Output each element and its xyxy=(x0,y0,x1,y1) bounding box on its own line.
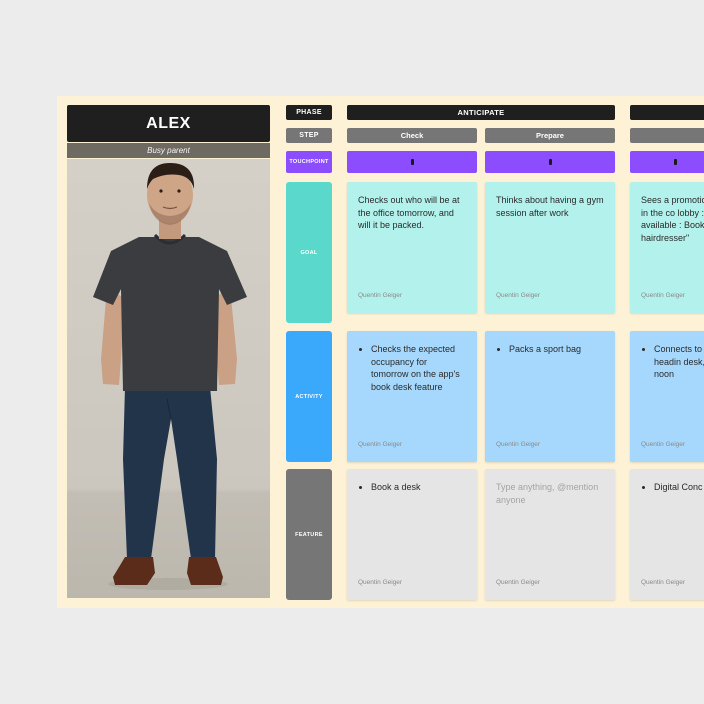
card-author: Quentin Geiger xyxy=(641,291,686,299)
row-label-step: STEP xyxy=(286,128,332,143)
feature-input-placeholder[interactable]: Type anything, @mention anyone xyxy=(496,481,604,506)
step-header-prepare[interactable]: Prepare xyxy=(485,128,615,143)
feature-card-input[interactable]: Type anything, @mention anyone Quentin G… xyxy=(485,469,615,600)
row-label-feature: FEATURE xyxy=(286,469,332,600)
persona-illustration xyxy=(93,163,247,590)
row-label-goal: GOAL xyxy=(286,182,332,323)
card-author: Quentin Geiger xyxy=(496,440,541,448)
activity-item: Packs a sport bag xyxy=(509,343,604,356)
row-label-activity: ACTIVITY xyxy=(286,331,332,462)
feature-card[interactable]: Digital Conc Quentin Geiger xyxy=(630,469,704,600)
persona-photo[interactable] xyxy=(67,159,270,598)
step-header-next[interactable] xyxy=(630,128,704,143)
persona-role[interactable]: Busy parent xyxy=(67,143,270,158)
activity-item: Checks the expected occupancy for tomorr… xyxy=(371,343,466,393)
activity-list: Checks the expected occupancy for tomorr… xyxy=(358,343,466,393)
card-author: Quentin Geiger xyxy=(358,291,403,299)
phase-header-anticipate[interactable]: ANTICIPATE xyxy=(347,105,615,120)
phone-icon xyxy=(548,159,552,165)
goal-text: Sees a promotio screen in the co lobby :… xyxy=(641,195,704,243)
step-header-check[interactable]: Check xyxy=(347,128,477,143)
feature-list: Digital Conc xyxy=(641,481,704,494)
card-author: Quentin Geiger xyxy=(358,440,403,448)
activity-list: Connects to he is headin desk, and bo fo… xyxy=(641,343,704,381)
feature-item: Book a desk xyxy=(371,481,466,494)
phone-icon xyxy=(673,159,677,165)
feature-list: Book a desk xyxy=(358,481,466,494)
goal-text: Thinks about having a gym session after … xyxy=(496,195,604,218)
row-label-touchpoint: TOUCHPOINT xyxy=(286,151,332,173)
card-author: Quentin Geiger xyxy=(358,578,403,586)
goal-card[interactable]: Thinks about having a gym session after … xyxy=(485,182,615,313)
card-author: Quentin Geiger xyxy=(641,440,686,448)
persona-name[interactable]: ALEX xyxy=(67,105,270,142)
activity-list: Packs a sport bag xyxy=(496,343,604,356)
journey-map-board: ALEX Busy parent PHASE STEP TOUCHPOINT G… xyxy=(57,96,704,608)
touchpoint-check[interactable] xyxy=(347,151,477,173)
goal-card[interactable]: Sees a promotio screen in the co lobby :… xyxy=(630,182,704,313)
row-label-phase: PHASE xyxy=(286,105,332,120)
goal-card[interactable]: Checks out who will be at the office tom… xyxy=(347,182,477,313)
phase-header-next[interactable] xyxy=(630,105,704,120)
touchpoint-prepare[interactable] xyxy=(485,151,615,173)
card-author: Quentin Geiger xyxy=(641,578,686,586)
phone-icon xyxy=(410,159,414,165)
activity-item: Connects to he is headin desk, and bo fo… xyxy=(654,343,704,381)
card-author: Quentin Geiger xyxy=(496,291,541,299)
feature-item: Digital Conc xyxy=(654,481,704,494)
activity-card[interactable]: Checks the expected occupancy for tomorr… xyxy=(347,331,477,462)
activity-card[interactable]: Connects to he is headin desk, and bo fo… xyxy=(630,331,704,462)
card-author: Quentin Geiger xyxy=(496,578,541,586)
feature-card[interactable]: Book a desk Quentin Geiger xyxy=(347,469,477,600)
goal-text: Checks out who will be at the office tom… xyxy=(358,195,460,230)
touchpoint-next[interactable] xyxy=(630,151,704,173)
activity-card[interactable]: Packs a sport bag Quentin Geiger xyxy=(485,331,615,462)
